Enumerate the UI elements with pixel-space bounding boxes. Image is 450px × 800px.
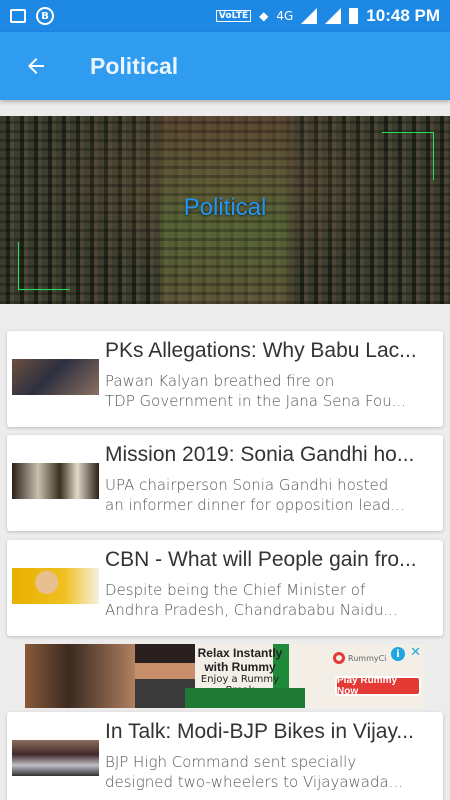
article-card[interactable]: In Talk: Modi-BJP Bikes in Vijay... BJP … [7, 712, 443, 800]
category-banner: Political [0, 116, 450, 304]
rummy-logo-icon [333, 652, 345, 664]
battery-icon [349, 8, 359, 24]
arrow-left-icon [28, 58, 44, 74]
clock: 10:48 PM [366, 6, 440, 25]
page-title: Political [90, 52, 179, 79]
ad-cta-button[interactable]: Play Rummy Now [335, 675, 421, 697]
article-title: PKs Allegations: Why Babu Lac... [105, 339, 417, 362]
volte-indicator: VoLTE [215, 10, 252, 22]
article-card[interactable]: Mission 2019: Sonia Gandhi ho... UPA cha… [7, 435, 443, 531]
ad-info-icon[interactable]: i [391, 647, 405, 661]
signal-icon [301, 8, 318, 24]
ad-banner[interactable]: Relax Instantly with Rummy Enjoy a Rummy… [25, 644, 425, 708]
wifi-icon: ◆ [259, 9, 269, 23]
article-description: Pawan Kalyan breathed fire on TDP Govern… [105, 372, 407, 410]
b-notification-icon: B [36, 7, 54, 25]
article-thumbnail [12, 359, 99, 395]
image-notification-icon [10, 9, 26, 23]
article-description: BJP High Command sent specially designed… [105, 753, 403, 791]
ad-close-icon[interactable]: ✕ [410, 645, 421, 660]
network-type: 4G [276, 9, 294, 23]
banner-corner-top-right [382, 132, 434, 180]
article-thumbnail [12, 463, 99, 499]
ad-headline: Relax Instantly with Rummy [197, 646, 283, 674]
article-title: CBN - What will People gain fro... [105, 548, 417, 571]
article-description: UPA chairperson Sonia Gandhi hosted an i… [105, 476, 405, 514]
article-title: Mission 2019: Sonia Gandhi ho... [105, 443, 415, 466]
status-bar: B VoLTE ◆ 4G 10:48 PM [0, 0, 450, 32]
article-thumbnail [12, 568, 99, 604]
back-button[interactable] [0, 32, 72, 100]
article-card[interactable]: PKs Allegations: Why Babu Lac... Pawan K… [7, 331, 443, 427]
article-card[interactable]: CBN - What will People gain fro... Despi… [7, 540, 443, 636]
banner-title: Political [183, 194, 267, 221]
article-thumbnail [12, 740, 99, 776]
article-description: Despite being the Chief Minister of Andh… [105, 581, 398, 619]
article-title: In Talk: Modi-BJP Bikes in Vijay... [105, 720, 414, 743]
signal-icon-2 [325, 8, 342, 24]
ad-brand-logo: RummyCi [333, 652, 386, 664]
ad-rummy-table-image [185, 688, 305, 708]
banner-corner-bottom-left [18, 242, 70, 290]
app-bar: Political [0, 32, 450, 100]
ad-image [25, 644, 135, 708]
